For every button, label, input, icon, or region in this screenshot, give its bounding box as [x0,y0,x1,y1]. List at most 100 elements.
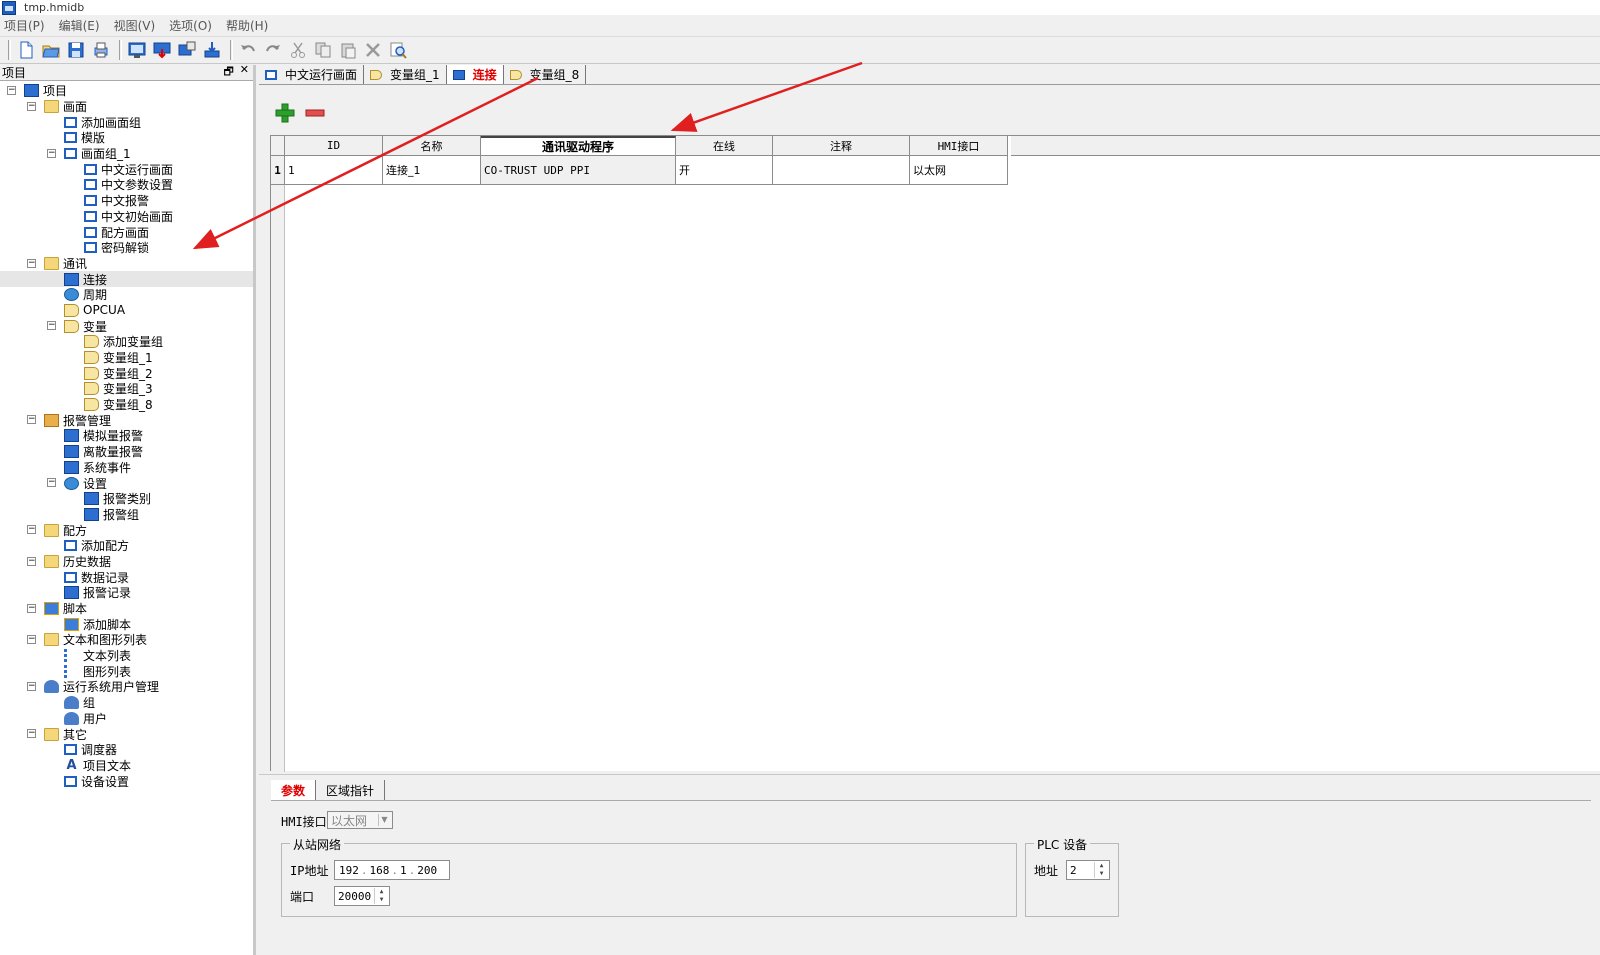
tree-item[interactable]: A 项目文本 [0,758,253,774]
tree-item[interactable]: 报警组 [0,507,253,523]
collapse-toggle-icon[interactable]: − [27,101,36,111]
cut-icon[interactable] [287,39,309,61]
tree-item[interactable]: 添加画面组 [0,114,253,130]
tree-item[interactable]: 中文报警 [0,193,253,209]
save-icon[interactable] [65,39,87,61]
row-number[interactable]: 1 [271,156,285,185]
tree-item[interactable]: 数据记录 [0,569,253,585]
collapse-toggle-icon[interactable]: − [27,682,36,692]
table-row[interactable]: 1 1 连接_1 CO-TRUST UDP PPI 开 以太网 [271,156,1008,185]
menu-help[interactable]: 帮助(H) [226,17,268,34]
menu-edit[interactable]: 编辑(E) [59,17,100,34]
collapse-toggle-icon[interactable]: − [27,415,36,425]
tree-item[interactable]: 配方画面 [0,224,253,240]
tree-item[interactable]: − 报警管理 [0,412,253,428]
collapse-toggle-icon[interactable]: − [27,729,36,739]
ip-octet-3[interactable]: 1 [400,864,407,877]
collapse-toggle-icon[interactable]: − [7,86,16,95]
col-header-driver[interactable]: 通讯驱动程序 [481,136,676,156]
collapse-toggle-icon[interactable]: − [27,556,36,566]
menu-options[interactable]: 选项(O) [169,17,212,34]
tree-item[interactable]: 变量组_1 [0,350,253,366]
print-icon[interactable] [90,39,112,61]
tree-item[interactable]: 变量组_3 [0,381,253,397]
doc-tab[interactable]: 连接 [446,65,504,84]
tree-item[interactable]: 添加变量组 [0,334,253,350]
open-folder-icon[interactable] [40,39,62,61]
doc-tab[interactable]: 变量组_1 [364,65,447,84]
remove-connection-button[interactable] [304,102,326,124]
ip-octet-4[interactable]: 200 [417,864,437,877]
cell-online[interactable]: 开 [676,156,773,185]
transfer-icon[interactable] [201,39,223,61]
paste-icon[interactable] [337,39,359,61]
cell-driver[interactable]: CO-TRUST UDP PPI [481,156,676,185]
collapse-toggle-icon[interactable]: − [47,478,56,488]
cell-comment[interactable] [773,156,910,185]
doc-tab[interactable]: 中文运行画面 [259,65,365,84]
cell-hmi-interface[interactable]: 以太网 [910,156,1008,185]
find-icon[interactable] [387,39,409,61]
tree-item[interactable]: − 通讯 [0,256,253,272]
col-header-id[interactable]: ID [285,136,383,156]
cell-id[interactable]: 1 [285,156,383,185]
tree-item[interactable]: 周期 [0,287,253,303]
tree-item[interactable]: − 运行系统用户管理 [0,679,253,695]
address-stepper[interactable]: 2 ▲ ▼ [1066,860,1110,880]
hmi-interface-select[interactable]: 以太网 ▼ [327,811,393,829]
toolbar-grip[interactable] [8,40,11,60]
simulate-icon[interactable] [176,39,198,61]
tree-item[interactable]: − 文本和图形列表 [0,632,253,648]
tree-item[interactable]: 变量组_8 [0,397,253,413]
tree-item[interactable]: 密码解锁 [0,240,253,256]
tree-item[interactable]: 中文初始画面 [0,209,253,225]
col-header-online[interactable]: 在线 [676,136,773,156]
tree-item[interactable]: − 画面 [0,99,253,115]
stepper-arrows-icon[interactable]: ▲ ▼ [1094,862,1108,878]
ip-address-field[interactable]: 192. 168. 1. 200 [334,860,450,880]
tree-item[interactable]: 模版 [0,130,253,146]
col-header-name[interactable]: 名称 [383,136,481,156]
tree-item[interactable]: 中文参数设置 [0,177,253,193]
tree-item[interactable]: 系统事件 [0,460,253,476]
port-stepper[interactable]: 20000 ▲ ▼ [334,886,390,906]
collapse-toggle-icon[interactable]: − [27,603,36,613]
collapse-toggle-icon[interactable]: − [27,258,36,268]
delete-icon[interactable] [362,39,384,61]
collapse-toggle-icon[interactable]: − [47,148,56,158]
tree-item[interactable]: OPCUA [0,303,253,319]
col-header-comment[interactable]: 注释 [773,136,910,156]
collapse-toggle-icon[interactable]: − [27,525,36,535]
tree-item[interactable]: − 配方 [0,522,253,538]
tree-item[interactable]: − 脚本 [0,601,253,617]
tree-item[interactable]: − 设置 [0,475,253,491]
tree-item[interactable]: − 画面组_1 [0,146,253,162]
close-panel-icon[interactable]: ✕ [240,63,249,82]
menu-project[interactable]: 项目(P) [4,17,45,34]
tree-item[interactable]: 设备设置 [0,773,253,789]
tree-item[interactable]: − 项目 [0,83,253,99]
tree-item[interactable]: 报警类别 [0,491,253,507]
tree-item[interactable]: − 变量 [0,318,253,334]
tree-item[interactable]: 图形列表 [0,663,253,679]
add-connection-button[interactable] [274,102,296,124]
tab-area-pointer[interactable]: 区域指针 [316,780,386,800]
compile-icon[interactable] [126,39,148,61]
cell-name[interactable]: 连接_1 [383,156,481,185]
tree-item[interactable]: 添加配方 [0,538,253,554]
tree-item[interactable]: 报警记录 [0,585,253,601]
tree-item[interactable]: 模拟量报警 [0,428,253,444]
collapse-toggle-icon[interactable]: − [27,635,36,645]
ip-octet-2[interactable]: 168 [370,864,390,877]
pin-panel-icon[interactable]: 🗗 [223,63,233,82]
collapse-toggle-icon[interactable]: − [47,321,56,331]
tree-item[interactable]: − 其它 [0,726,253,742]
tree-item[interactable]: 调度器 [0,742,253,758]
tree-item[interactable]: 连接 [0,271,253,287]
tree-item[interactable]: − 历史数据 [0,554,253,570]
tree-item[interactable]: 中文运行画面 [0,161,253,177]
col-header-hmi-interface[interactable]: HMI接口 [910,136,1008,156]
redo-icon[interactable] [262,39,284,61]
menu-view[interactable]: 视图(V) [114,17,156,34]
tree-item[interactable]: 组 [0,695,253,711]
